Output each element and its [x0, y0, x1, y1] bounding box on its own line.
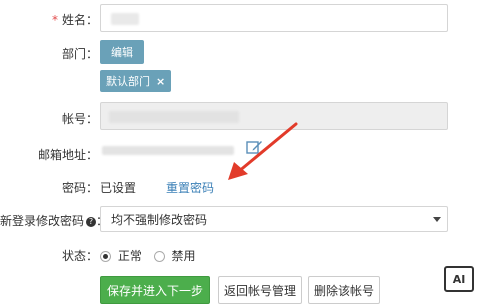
- status-label: 状态：: [61, 249, 98, 263]
- department-label: 部门：: [61, 47, 98, 61]
- status-radio-group: 正常 禁用: [100, 247, 196, 264]
- status-normal-radio[interactable]: [100, 251, 111, 262]
- annotation-arrow: [228, 122, 298, 180]
- remove-tag-icon[interactable]: ×: [156, 75, 165, 88]
- force-change-label: 新登录修改密码?：: [0, 212, 108, 229]
- password-status: 已设置: [100, 181, 137, 195]
- department-tag: 默认部门 ×: [100, 70, 172, 92]
- chevron-down-icon: [433, 217, 441, 222]
- name-label-text: 姓名：: [61, 13, 98, 27]
- name-label: * 姓名：: [52, 11, 98, 28]
- edit-department-button[interactable]: 编辑: [100, 40, 144, 64]
- force-change-selected: 均不强制修改密码: [111, 212, 208, 227]
- force-change-select[interactable]: 均不强制修改密码: [100, 206, 448, 232]
- password-label: 密码：: [61, 181, 98, 195]
- status-disabled-label: 禁用: [171, 249, 196, 263]
- status-normal-label: 正常: [117, 249, 142, 263]
- name-input[interactable]: [100, 4, 448, 32]
- email-value-redacted: [102, 146, 234, 155]
- required-mark: *: [51, 13, 58, 27]
- account-label: 帐号：: [61, 112, 98, 126]
- reset-password-link[interactable]: 重置密码: [166, 179, 214, 196]
- force-change-label-text: 新登录修改密码: [0, 214, 85, 228]
- email-label: 邮箱地址：: [37, 148, 98, 162]
- status-disabled-radio[interactable]: [153, 251, 165, 262]
- name-value-redacted: [111, 13, 139, 25]
- help-icon[interactable]: ?: [86, 216, 97, 227]
- department-tag-label: 默认部门: [106, 75, 150, 88]
- ai-watermark-logo: AI: [444, 266, 474, 292]
